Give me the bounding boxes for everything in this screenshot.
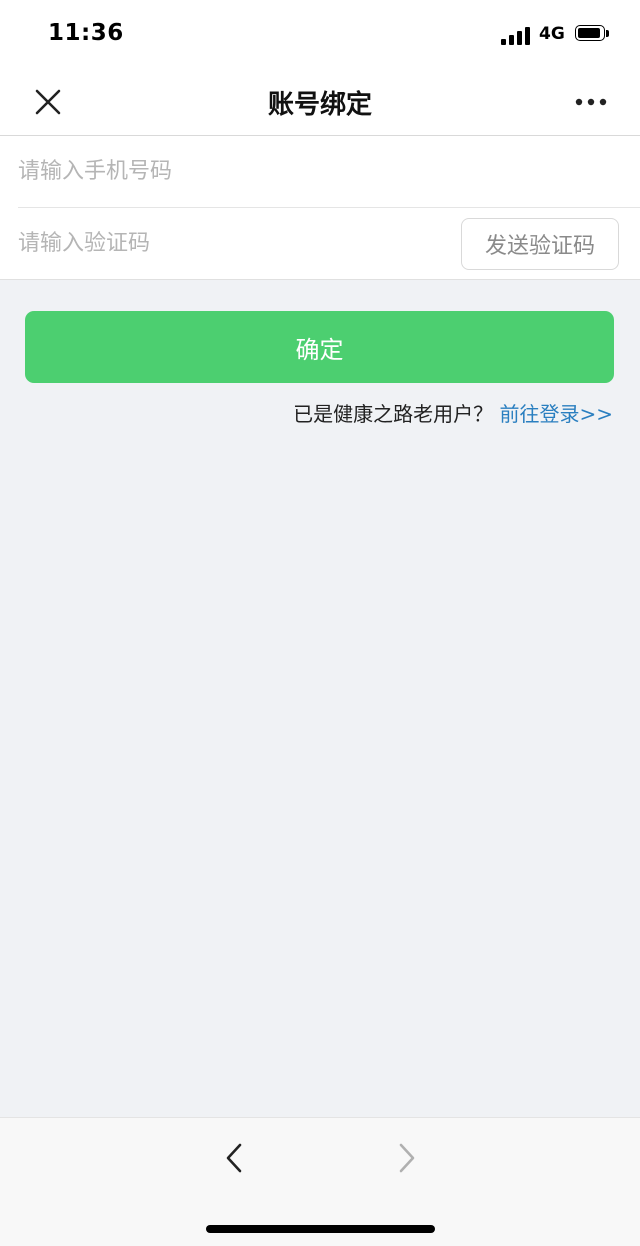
login-prompt-text: 已是健康之路老用户？	[293, 402, 494, 426]
login-prompt: 已是健康之路老用户？ 前往登录>>	[293, 398, 613, 427]
status-bar: 11:36 4G	[0, 0, 640, 66]
battery-icon	[575, 25, 611, 43]
more-icon[interactable]	[572, 90, 612, 114]
status-time: 11:36	[48, 20, 124, 46]
back-arrow-icon[interactable]	[220, 1140, 248, 1176]
forward-arrow-icon[interactable]	[393, 1140, 421, 1176]
send-code-button[interactable]: 发送验证码	[461, 218, 619, 270]
network-type: 4G	[539, 24, 565, 44]
confirm-button[interactable]: 确定	[25, 311, 614, 383]
bottom-toolbar	[0, 1117, 640, 1246]
code-field-row: 发送验证码	[18, 208, 640, 279]
nav-bar: 账号绑定	[0, 66, 640, 136]
login-link[interactable]: 前往登录>>	[499, 402, 613, 426]
home-indicator	[206, 1225, 435, 1233]
verification-code-input[interactable]	[18, 208, 438, 279]
page-title: 账号绑定	[267, 90, 372, 120]
binding-form: 发送验证码	[0, 136, 640, 280]
phone-field-row	[18, 136, 640, 208]
phone-input[interactable]	[18, 136, 438, 207]
signal-icon	[501, 25, 533, 45]
